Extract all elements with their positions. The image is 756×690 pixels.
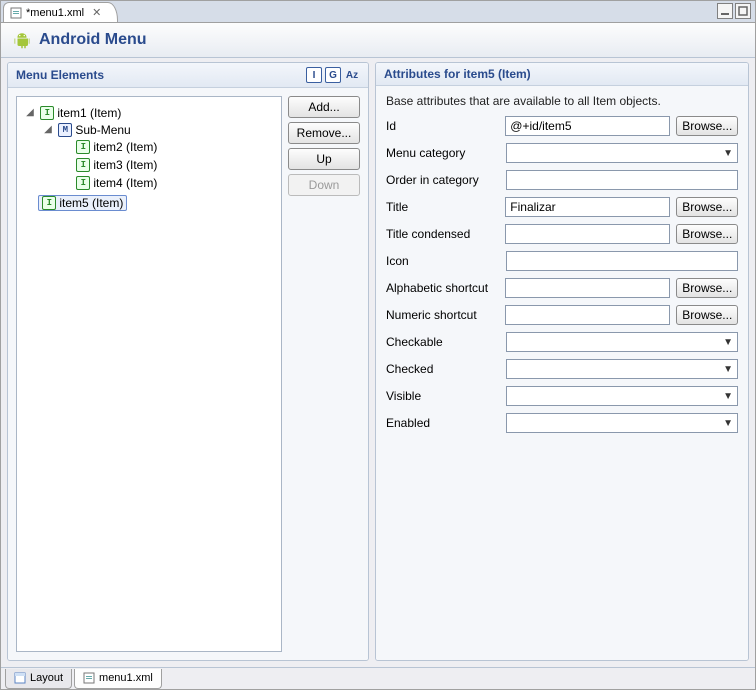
attributes-title: Attributes for item5 (Item) [384,67,531,81]
expand-toggle-icon[interactable]: ◢ [25,107,35,118]
menu-elements-header: Menu Elements I G Az [8,63,368,88]
tree-label: item2 (Item) [93,140,157,154]
xml-file-icon [83,672,95,684]
tree-label: item5 (Item) [59,196,123,210]
tree-label: item3 (Item) [93,158,157,172]
chevron-down-icon: ▼ [723,418,733,429]
tool-i-icon[interactable]: I [306,67,322,83]
input-title[interactable] [505,197,670,217]
menu-elements-title: Menu Elements [16,68,104,82]
tree-item-submenu[interactable]: M Sub-Menu [56,123,132,137]
label-title-condensed: Title condensed [386,227,499,241]
browse-num-shortcut-button[interactable]: Browse... [676,305,738,325]
expand-toggle-icon[interactable]: ◢ [43,124,53,135]
tree-item-item5[interactable]: I item5 (Item) [38,195,127,211]
source-tab[interactable]: menu1.xml [74,669,162,689]
chevron-down-icon: ▼ [723,148,733,159]
tool-az-icon[interactable]: Az [344,67,360,83]
label-order-category: Order in category [386,173,500,187]
tree-view[interactable]: ◢ I item1 (Item) ◢ M [16,96,282,652]
input-title-condensed[interactable] [505,224,670,244]
tree-label: item4 (Item) [93,176,157,190]
chevron-down-icon: ▼ [723,337,733,348]
xml-file-icon [10,7,22,19]
minimize-view-button[interactable] [717,3,733,19]
label-visible: Visible [386,389,500,403]
editor-window: *menu1.xml ✕ Android Menu Menu Elements … [0,0,756,690]
layout-tab-icon [14,672,26,684]
label-icon: Icon [386,254,500,268]
label-title: Title [386,200,499,214]
item-icon: I [42,196,56,210]
tool-g-icon[interactable]: G [325,67,341,83]
input-num-shortcut[interactable] [505,305,670,325]
browse-id-button[interactable]: Browse... [676,116,738,136]
input-order-category[interactable] [506,170,738,190]
label-menu-category: Menu category [386,146,500,160]
label-checked: Checked [386,362,500,376]
up-button[interactable]: Up [288,148,360,170]
tree-item-item3[interactable]: I item3 (Item) [74,158,159,172]
top-tab-bar: *menu1.xml ✕ [1,1,755,23]
input-icon[interactable] [506,251,738,271]
select-checkable[interactable]: ▼ [506,332,738,352]
close-tab-icon[interactable]: ✕ [92,6,101,19]
remove-button[interactable]: Remove... [288,122,360,144]
attributes-header: Attributes for item5 (Item) [376,63,748,86]
chevron-down-icon: ▼ [723,364,733,375]
tree-item-item1[interactable]: I item1 (Item) [38,106,123,120]
file-tab[interactable]: *menu1.xml ✕ [3,2,118,22]
input-alpha-shortcut[interactable] [505,278,670,298]
label-alpha-shortcut: Alphabetic shortcut [386,281,499,295]
layout-tab[interactable]: Layout [5,669,72,689]
add-button[interactable]: Add... [288,96,360,118]
attributes-description: Base attributes that are available to al… [386,94,738,108]
source-tab-label: menu1.xml [99,672,153,684]
browse-title-condensed-button[interactable]: Browse... [676,224,738,244]
tree-label: item1 (Item) [57,106,121,120]
tree-label: Sub-Menu [75,123,130,137]
down-button: Down [288,174,360,196]
menu-elements-panel: Menu Elements I G Az ◢ I [7,62,369,661]
layout-tab-label: Layout [30,672,63,684]
browse-title-button[interactable]: Browse... [676,197,738,217]
browse-alpha-shortcut-button[interactable]: Browse... [676,278,738,298]
tree-item-item4[interactable]: I item4 (Item) [74,176,159,190]
menu-icon: M [58,123,72,137]
select-checked[interactable]: ▼ [506,359,738,379]
android-icon [13,31,31,49]
tree-item-item2[interactable]: I item2 (Item) [74,140,159,154]
page-title: Android Menu [39,31,147,49]
page-header: Android Menu [1,23,755,58]
item-icon: I [76,140,90,154]
main-area: Menu Elements I G Az ◢ I [1,58,755,667]
select-menu-category[interactable]: ▼ [506,143,738,163]
bottom-tab-bar: Layout menu1.xml [1,667,755,689]
maximize-view-button[interactable] [735,3,751,19]
label-enabled: Enabled [386,416,500,430]
label-num-shortcut: Numeric shortcut [386,308,499,322]
select-enabled[interactable]: ▼ [506,413,738,433]
label-checkable: Checkable [386,335,500,349]
input-id[interactable] [505,116,670,136]
label-id: Id [386,119,499,133]
select-visible[interactable]: ▼ [506,386,738,406]
file-tab-label: *menu1.xml [26,7,84,19]
chevron-down-icon: ▼ [723,391,733,402]
item-icon: I [76,158,90,172]
item-icon: I [76,176,90,190]
item-icon: I [40,106,54,120]
attributes-panel: Attributes for item5 (Item) Base attribu… [375,62,749,661]
